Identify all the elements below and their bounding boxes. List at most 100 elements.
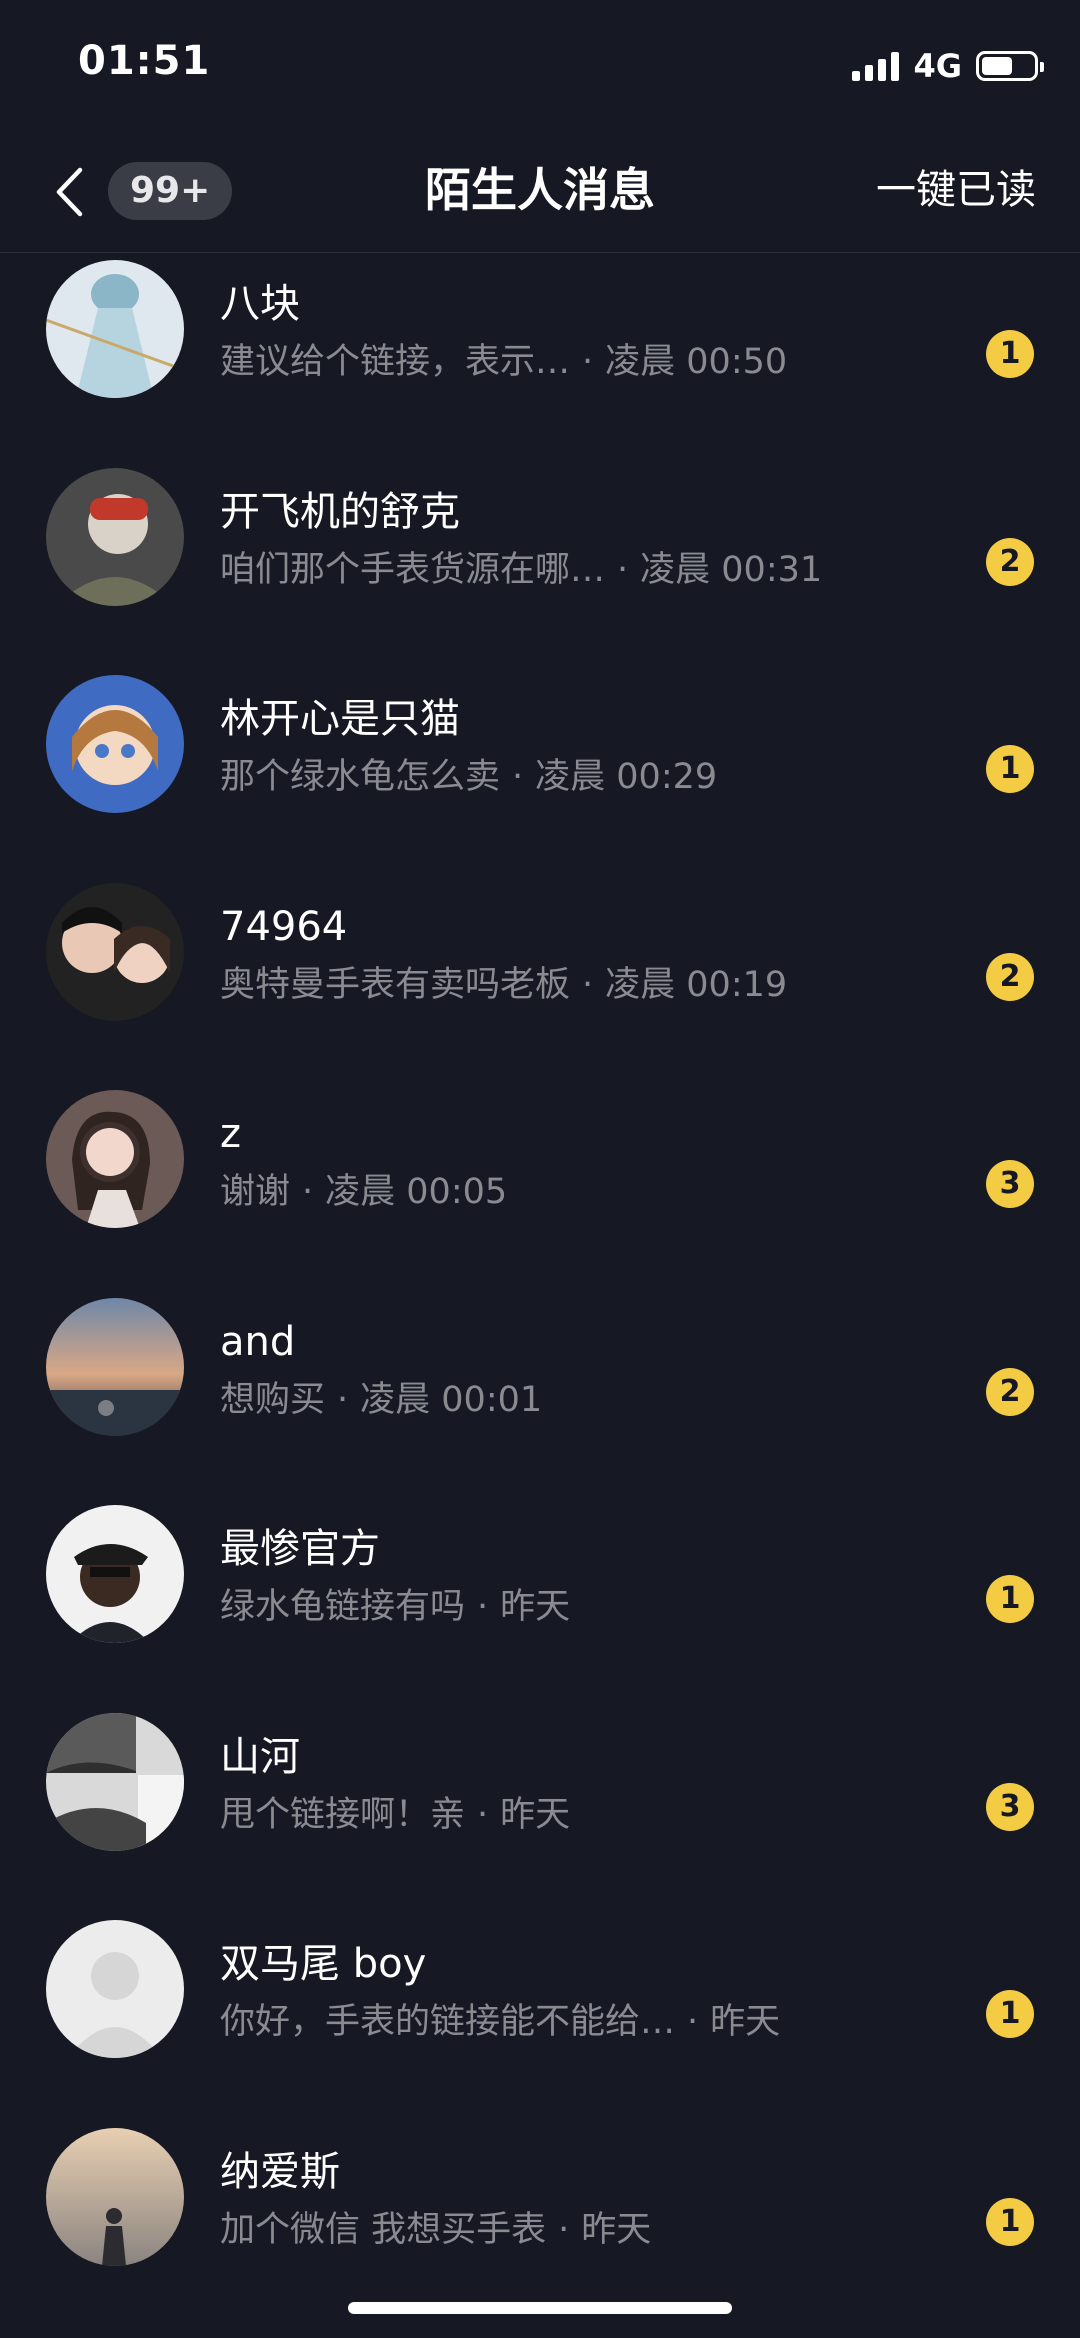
avatar-image: [46, 467, 184, 606]
mark-all-read-button[interactable]: 一键已读: [876, 160, 1036, 220]
avatar[interactable]: [46, 2127, 184, 2266]
avatar[interactable]: [46, 1712, 184, 1851]
unread-count: 1: [986, 330, 1034, 378]
message-time: 昨天: [710, 2002, 781, 2042]
avatar[interactable]: [46, 675, 184, 813]
unread-count: 3: [986, 1160, 1034, 1208]
list-item[interactable]: 开飞机的舒克 咱们那个手表货源在哪… · 凌晨 00:31 2: [0, 460, 1080, 668]
message-preview: 你好，手表的链接能不能给…: [220, 2002, 676, 2042]
message-preview-line: 绿水龟链接有吗 · 昨天: [220, 1581, 570, 1633]
avatar[interactable]: [46, 1090, 184, 1228]
contact-name: 最惨官方: [220, 1526, 380, 1572]
contact-name: 纳爱斯: [220, 2148, 340, 2195]
list-item[interactable]: 山河 甩个链接啊！亲 · 昨天 3: [0, 1705, 1080, 1913]
message-preview-line: 奥特曼手表有卖吗老板 · 凌晨 00:19: [220, 959, 787, 1011]
separator-dot: ·: [337, 1379, 349, 1420]
contact-name: 74964: [220, 903, 348, 950]
unread-count: 2: [986, 1367, 1034, 1416]
unread-count: 2: [986, 952, 1034, 1001]
battery-icon: [976, 51, 1044, 81]
message-time: 凌晨 00:29: [535, 757, 718, 797]
status-time: 01:51: [78, 38, 211, 84]
message-time: 凌晨 00:05: [325, 1172, 508, 1212]
message-preview-line: 加个微信 我想买手表 · 昨天: [220, 2204, 651, 2256]
list-item[interactable]: z 谢谢 · 凌晨 00:05 3: [0, 1082, 1080, 1290]
separator-dot: ·: [582, 342, 594, 382]
message-preview: 那个绿水龟怎么卖: [220, 757, 501, 797]
message-preview-line: 咱们那个手表货源在哪… · 凌晨 00:31: [220, 544, 822, 596]
network-label: 4G: [913, 47, 962, 85]
contact-name: 山河: [220, 1733, 300, 1780]
separator-dot: ·: [512, 757, 524, 797]
message-preview: 绿水龟链接有吗: [220, 1587, 466, 1627]
message-time: 凌晨 00:01: [360, 1379, 543, 1420]
contact-name: 八块: [220, 281, 300, 327]
avatar-image: [46, 1505, 184, 1643]
unread-count: 1: [986, 1575, 1034, 1623]
contact-name: 开飞机的舒克: [220, 488, 460, 535]
unread-count: 1: [986, 1990, 1034, 2038]
avatar-image: [46, 260, 184, 398]
avatar-image: [46, 882, 184, 1021]
separator-dot: ·: [558, 2209, 570, 2250]
stranger-messages-screen: 01:51 4G 99+ 陌生人消息 一键已读 八块 建议给个链接，表示… · …: [0, 0, 1080, 2338]
contact-name: 林开心是只猫: [220, 696, 460, 742]
nav-header: 99+ 陌生人消息 一键已读: [0, 130, 1080, 253]
avatar[interactable]: [46, 1920, 184, 2058]
avatar[interactable]: [46, 1297, 184, 1436]
separator-dot: ·: [687, 2002, 699, 2042]
avatar[interactable]: [46, 882, 184, 1021]
message-time: 凌晨 00:19: [605, 964, 788, 1005]
message-preview: 谢谢: [220, 1172, 291, 1212]
message-preview: 想购买: [220, 1379, 326, 1420]
signal-icon: [852, 51, 900, 81]
list-item[interactable]: 最惨官方 绿水龟链接有吗 · 昨天 1: [0, 1497, 1080, 1705]
avatar[interactable]: [46, 260, 184, 398]
separator-dot: ·: [582, 964, 594, 1005]
battery-level: [982, 57, 1012, 75]
message-time: 昨天: [500, 1794, 571, 1835]
message-preview: 加个微信 我想买手表: [220, 2209, 547, 2250]
avatar-image: [46, 1297, 184, 1436]
message-time: 昨天: [581, 2209, 652, 2250]
unread-count: 1: [986, 745, 1034, 793]
message-preview-line: 想购买 · 凌晨 00:01: [220, 1374, 542, 1426]
message-preview: 建议给个链接，表示…: [220, 342, 571, 382]
separator-dot: ·: [477, 1587, 489, 1627]
message-time: 凌晨 00:31: [640, 549, 823, 590]
avatar-image: [46, 1920, 184, 2058]
contact-name: 双马尾 boy: [220, 1941, 427, 1987]
contact-name: and: [220, 1318, 296, 1365]
list-item[interactable]: 林开心是只猫 那个绿水龟怎么卖 · 凌晨 00:29 1: [0, 667, 1080, 875]
list-item[interactable]: 八块 建议给个链接，表示… · 凌晨 00:50 1: [0, 252, 1080, 460]
status-indicators: 4G: [852, 46, 1044, 86]
message-list: 八块 建议给个链接，表示… · 凌晨 00:50 1 开飞机的舒克 咱们那个手表货源…: [0, 252, 1080, 2327]
unread-count: 1: [986, 2197, 1034, 2246]
avatar[interactable]: [46, 467, 184, 606]
avatar-image: [46, 2127, 184, 2266]
contact-name: z: [220, 1111, 241, 1157]
message-preview-line: 建议给个链接，表示… · 凌晨 00:50: [220, 336, 787, 388]
unread-count: 3: [986, 1782, 1034, 1831]
unread-count: 2: [986, 537, 1034, 586]
message-preview: 甩个链接啊！亲: [220, 1794, 466, 1835]
status-bar: 01:51 4G: [0, 0, 1080, 130]
list-item[interactable]: 74964 奥特曼手表有卖吗老板 · 凌晨 00:19 2: [0, 875, 1080, 1083]
message-preview: 咱们那个手表货源在哪…: [220, 549, 606, 590]
message-preview-line: 你好，手表的链接能不能给… · 昨天: [220, 1996, 780, 2048]
separator-dot: ·: [477, 1794, 489, 1835]
list-item[interactable]: 双马尾 boy 你好，手表的链接能不能给… · 昨天 1: [0, 1912, 1080, 2120]
message-preview-line: 谢谢 · 凌晨 00:05: [220, 1166, 507, 1218]
separator-dot: ·: [617, 549, 629, 590]
avatar-image: [46, 675, 184, 813]
message-preview-line: 甩个链接啊！亲 · 昨天: [220, 1789, 570, 1841]
avatar-image: [46, 1090, 184, 1228]
message-time: 凌晨 00:50: [605, 342, 788, 382]
message-time: 昨天: [500, 1587, 571, 1627]
list-item[interactable]: and 想购买 · 凌晨 00:01 2: [0, 1290, 1080, 1498]
avatar[interactable]: [46, 1505, 184, 1643]
avatar-image: [46, 1712, 184, 1851]
list-item[interactable]: 纳爱斯 加个微信 我想买手表 · 昨天 1: [0, 2120, 1080, 2328]
message-preview: 奥特曼手表有卖吗老板: [220, 964, 571, 1005]
home-indicator[interactable]: [348, 2302, 732, 2314]
